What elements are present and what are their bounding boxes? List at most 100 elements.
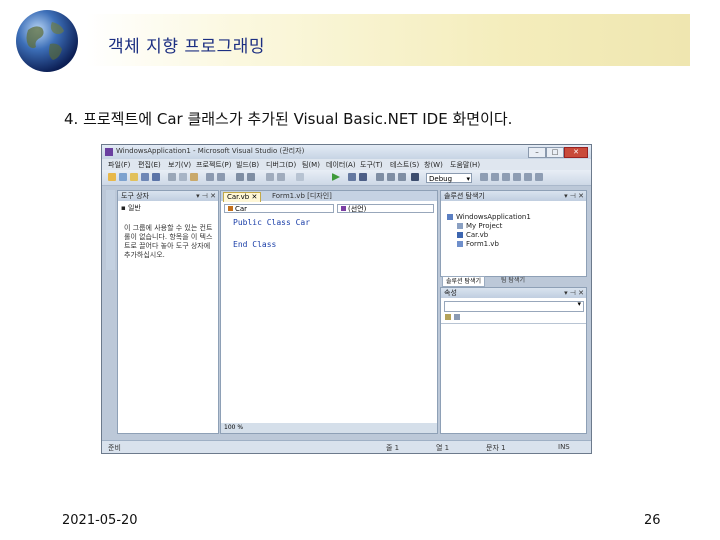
solution-item-car-vb[interactable]: Car.vb [457,231,488,239]
pause-icon[interactable] [348,173,356,181]
status-ready: 준비 [108,444,121,452]
navigate-back-icon[interactable] [236,173,244,181]
menu-tools[interactable]: 도구(T) [360,160,383,170]
undo-icon[interactable] [206,173,214,181]
save-icon[interactable] [141,173,149,181]
open-icon[interactable] [130,173,138,181]
step-out-icon[interactable] [398,173,406,181]
editor-tabs: Car.vb ✕ Form1.vb [디자인] [221,191,437,202]
menu-window[interactable]: 창(W) [424,160,443,170]
solution-configuration-combo[interactable]: Debug [426,173,472,184]
toolbox-header: 도구 상자 ▾ ⊣ ✕ [118,191,218,201]
alphabetical-icon[interactable] [454,314,460,320]
code-editor-pane: Car.vb ✕ Form1.vb [디자인] Car (선언) Public … [220,190,438,434]
properties-header: 속성 ▾ ⊣ ✕ [441,288,586,298]
comment-icon[interactable] [266,173,274,181]
vb-project-icon [447,214,453,220]
solution-item-form1-vb[interactable]: Form1.vb [457,240,499,248]
solution-item-my-project[interactable]: My Project [457,222,502,230]
toolbox-group-general[interactable]: ▪ 일반 [121,203,141,213]
class-name-combo[interactable]: Car [224,204,334,213]
tab-team-explorer[interactable]: 팀 탐색기 [498,276,528,285]
cut-icon[interactable] [168,173,176,181]
uncomment-icon[interactable] [277,173,285,181]
close-button[interactable]: ✕ [564,147,588,158]
pane-pin-close-icon[interactable]: ▾ ⊣ ✕ [564,191,584,201]
method-icon [341,206,346,211]
tab-car-vb-label: Car.vb [227,193,250,201]
categorized-icon[interactable] [445,314,451,320]
stop-icon[interactable] [359,173,367,181]
tab-solution-explorer[interactable]: 솔루션 탐색기 [442,276,486,287]
menu-test[interactable]: 테스트(S) [390,160,419,170]
start-page-icon[interactable] [524,173,532,181]
new-project-icon[interactable] [108,173,116,181]
toolbox-title: 도구 상자 [121,192,149,200]
solution-root-item[interactable]: WindowsApplication1 [447,213,531,221]
save-all-icon[interactable] [152,173,160,181]
tab-form1-design[interactable]: Form1.vb [디자인] [269,192,335,201]
ide-window-title: WindowsApplication1 - Microsoft Visual S… [116,147,305,155]
status-line: 줄 1 [386,444,400,452]
menu-edit[interactable]: 편집(E) [138,160,161,170]
menu-team[interactable]: 팀(M) [302,160,320,170]
properties-title: 속성 [444,289,457,297]
pane-pin-close-icon[interactable]: ▾ ⊣ ✕ [196,191,216,201]
paste-icon[interactable] [190,173,198,181]
navigate-forward-icon[interactable] [247,173,255,181]
menu-file[interactable]: 파일(F) [108,160,130,170]
menu-bar: 파일(F) 편집(E) 보기(V) 프로젝트(P) 빌드(B) 디버그(D) 팀… [102,159,591,170]
slide-title: 객체 지향 프로그래밍 [108,37,266,57]
toolbox-side-tab[interactable] [106,190,115,270]
class-icon [228,206,233,211]
status-char: 문자 1 [486,444,506,452]
find-icon[interactable] [296,173,304,181]
solution-explorer-title: 솔루션 탐색기 [444,192,485,200]
solution-item-label: Car.vb [466,231,489,239]
menu-help[interactable]: 도움말(H) [450,160,480,170]
code-line-1[interactable]: Public Class Car [233,218,310,227]
status-bar: 준비 줄 1 열 1 문자 1 INS [102,440,591,453]
redo-icon[interactable] [217,173,225,181]
menu-view[interactable]: 보기(V) [168,160,191,170]
chevron-down-icon: ▾ [577,300,581,308]
code-line-3[interactable]: End Class [233,240,276,249]
ide-window: WindowsApplication1 - Microsoft Visual S… [101,144,592,454]
breakpoint-icon[interactable] [411,173,419,181]
slide-caption: 4. 프로젝트에 Car 클래스가 추가된 Visual Basic.NET I… [64,110,513,128]
my-project-icon [457,223,463,229]
menu-build[interactable]: 빌드(B) [236,160,259,170]
maximize-button[interactable]: □ [546,147,564,158]
page-number: 26 [644,513,661,528]
code-line-1-text: Public Class Car [233,218,311,227]
footer-date: 2021-05-20 [62,513,138,528]
extension-manager-icon[interactable] [535,173,543,181]
minimize-button[interactable]: – [528,147,546,158]
toolbox-icon[interactable] [513,173,521,181]
properties-object-combo[interactable]: ▾ [444,300,584,312]
status-column: 열 1 [436,444,450,452]
toolbox-pane: 도구 상자 ▾ ⊣ ✕ ▪ 일반 이 그룹에 사용할 수 있는 컨트롤이 없습니… [117,190,219,434]
step-over-icon[interactable] [387,173,395,181]
form-file-icon [457,241,463,247]
ide-titlebar: WindowsApplication1 - Microsoft Visual S… [102,145,591,159]
add-item-icon[interactable] [119,173,127,181]
standard-toolbar [102,170,591,186]
toolbox-empty-text: 이 그룹에 사용할 수 있는 컨트롤이 없습니다. 항목을 이 텍스트로 끌어다… [124,224,213,259]
zoom-level[interactable]: 100 % [221,423,437,433]
step-into-icon[interactable] [376,173,384,181]
member-combo[interactable]: (선언) [337,204,434,213]
tab-car-vb[interactable]: Car.vb ✕ [223,192,262,202]
copy-icon[interactable] [179,173,187,181]
menu-data[interactable]: 데이터(A) [326,160,356,170]
solution-explorer-icon[interactable] [480,173,488,181]
solution-root-label: WindowsApplication1 [456,213,531,221]
object-browser-icon[interactable] [502,173,510,181]
pane-pin-close-icon[interactable]: ▾ ⊣ ✕ [564,288,584,298]
menu-debug[interactable]: 디버그(D) [266,160,296,170]
menu-project[interactable]: 프로젝트(P) [196,160,231,170]
start-debug-icon[interactable] [332,173,340,181]
solution-explorer-pane: 솔루션 탐색기 ▾ ⊣ ✕ WindowsApplication1 My Pro… [440,190,587,277]
properties-icon[interactable] [491,173,499,181]
vb-file-icon [457,232,463,238]
